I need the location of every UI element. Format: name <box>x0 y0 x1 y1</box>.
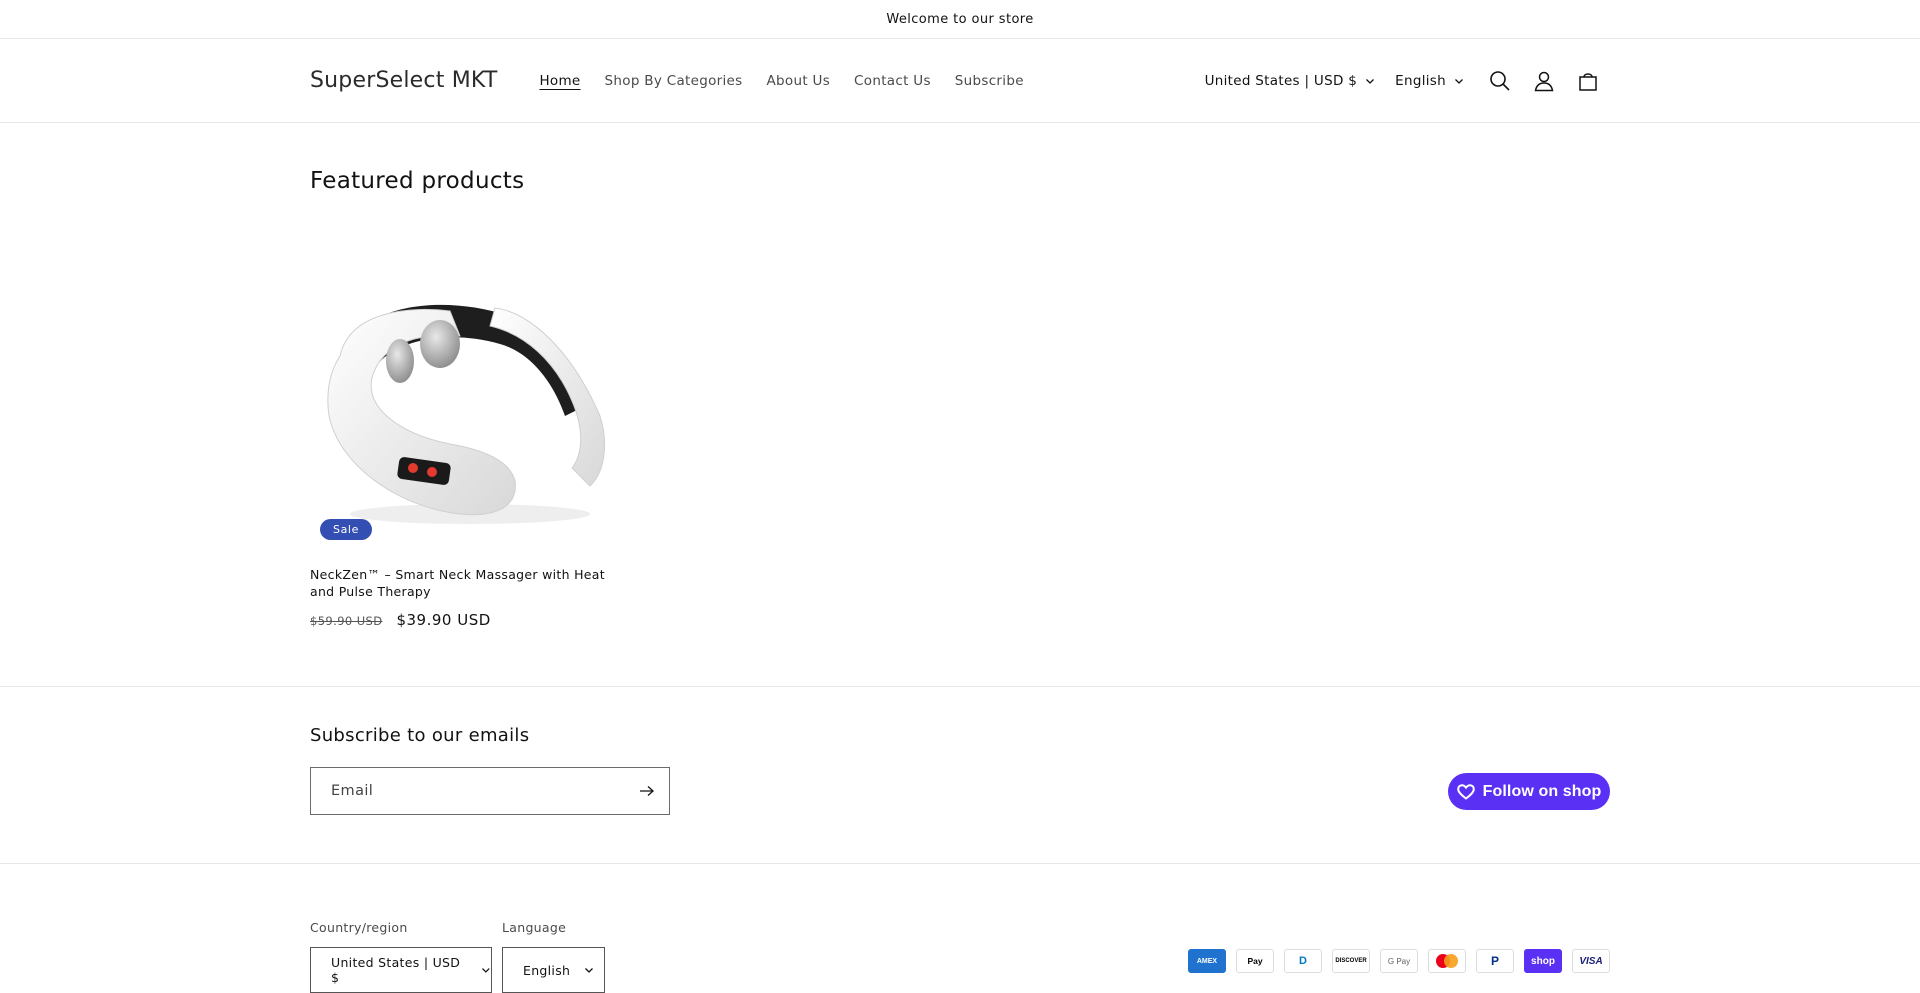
email-field-wrapper <box>310 767 670 815</box>
follow-label: Follow on shop <box>1482 782 1602 800</box>
paypal-icon: P <box>1476 949 1514 973</box>
mastercard-circles <box>1436 954 1458 968</box>
site-footer: Country/region United States | USD $ Lan… <box>0 864 1920 993</box>
nav-subscribe[interactable]: Subscribe <box>943 73 1036 89</box>
chevron-down-icon <box>1366 78 1375 84</box>
search-button[interactable] <box>1478 59 1522 103</box>
newsletter-section: Subscribe to our emails Follow on shop <box>0 686 1920 864</box>
apple-pay-icon: Pay <box>1236 949 1274 973</box>
product-price: $59.90 USD $39.90 USD <box>310 611 628 629</box>
discover-icon: DISCOVER <box>1332 949 1370 973</box>
amex-icon: AMEX <box>1188 949 1226 973</box>
subscribe-submit-button[interactable] <box>625 768 669 814</box>
product-title[interactable]: NeckZen™ – Smart Neck Massager with Heat… <box>310 566 610 600</box>
shop-pay-icon: shop <box>1524 949 1562 973</box>
chevron-down-icon <box>1455 78 1463 84</box>
follow-on-shop-button[interactable]: Follow on shop <box>1448 773 1610 810</box>
footer-language-value: English <box>523 962 571 978</box>
language-selector[interactable]: English <box>1385 73 1474 89</box>
account-button[interactable] <box>1522 59 1566 103</box>
country-region-label: Country/region <box>310 920 408 935</box>
heart-icon <box>1456 783 1475 800</box>
footer-country-value: United States | USD $ <box>331 955 461 985</box>
price-regular: $59.90 USD <box>310 614 383 628</box>
language-value: English <box>1395 72 1446 89</box>
price-sale: $39.90 USD <box>396 611 491 629</box>
featured-section: Featured products <box>310 168 524 194</box>
neck-massager-image <box>327 304 606 524</box>
section-heading: Featured products <box>310 168 525 194</box>
product-card[interactable]: Sale NeckZen™ – Smart Neck Massager with… <box>310 256 628 629</box>
sale-badge: Sale <box>320 519 372 540</box>
footer-language-select[interactable]: English <box>502 947 605 993</box>
chevron-down-icon <box>585 968 594 973</box>
site-header: SuperSelect MKT Home Shop By Categories … <box>0 39 1920 123</box>
country-value: United States | USD $ <box>1204 72 1358 89</box>
arrow-right-icon <box>640 786 654 796</box>
newsletter-heading: Subscribe to our emails <box>310 725 530 746</box>
country-selector[interactable]: United States | USD $ <box>1195 73 1386 89</box>
mastercard-icon <box>1428 949 1466 973</box>
nav-about-us[interactable]: About Us <box>755 73 843 89</box>
google-pay-icon: G Pay <box>1380 949 1418 973</box>
announcement-bar: Welcome to our store <box>0 0 1920 39</box>
search-icon <box>1490 70 1510 91</box>
diners-club-icon: D <box>1284 949 1322 973</box>
visa-icon: VISA <box>1572 949 1610 973</box>
email-input[interactable] <box>311 768 625 814</box>
footer-country-select[interactable]: United States | USD $ <box>310 947 492 993</box>
main-nav: Home Shop By Categories About Us Contact… <box>527 73 1035 89</box>
store-logo[interactable]: SuperSelect MKT <box>310 68 497 93</box>
account-icon <box>1534 71 1554 91</box>
product-image[interactable]: Sale <box>310 256 628 546</box>
announcement-text: Welcome to our store <box>886 11 1034 27</box>
cart-button[interactable] <box>1566 59 1610 103</box>
cart-icon <box>1579 72 1597 91</box>
nav-contact-us[interactable]: Contact Us <box>842 73 943 89</box>
chevron-down-icon <box>482 968 490 973</box>
language-label: Language <box>502 920 567 935</box>
payment-icons: AMEX Pay D DISCOVER G Pay P shop VISA <box>1188 949 1610 973</box>
nav-shop-by-categories[interactable]: Shop By Categories <box>593 73 755 89</box>
nav-home[interactable]: Home <box>527 73 592 89</box>
